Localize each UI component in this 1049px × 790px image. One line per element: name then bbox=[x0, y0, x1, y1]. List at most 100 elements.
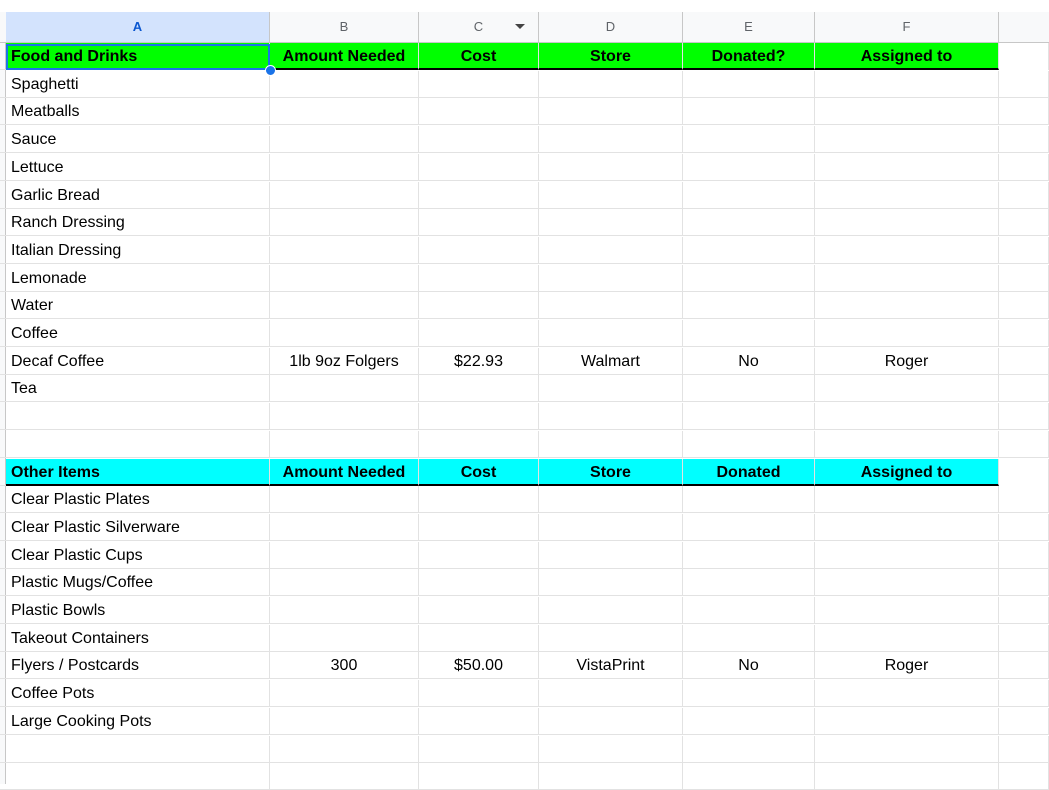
filter-dropdown-icon[interactable] bbox=[515, 24, 525, 29]
cell-g[interactable] bbox=[999, 597, 1049, 624]
cell[interactable] bbox=[815, 597, 999, 624]
cell[interactable] bbox=[539, 292, 683, 320]
cell-g[interactable] bbox=[999, 126, 1049, 154]
cell[interactable] bbox=[683, 430, 815, 458]
column-header-f[interactable]: F bbox=[815, 12, 999, 42]
cell[interactable] bbox=[419, 403, 539, 431]
cell-g[interactable] bbox=[999, 458, 1049, 486]
cell[interactable] bbox=[270, 513, 419, 541]
cell[interactable] bbox=[270, 320, 419, 347]
cell[interactable] bbox=[419, 430, 539, 458]
cell[interactable] bbox=[815, 624, 999, 652]
cell-g[interactable] bbox=[999, 486, 1049, 514]
cell[interactable] bbox=[270, 735, 419, 763]
cell[interactable] bbox=[419, 624, 539, 652]
cell[interactable] bbox=[815, 292, 999, 320]
cell[interactable] bbox=[683, 320, 815, 347]
cell[interactable] bbox=[815, 153, 999, 181]
cell[interactable] bbox=[683, 264, 815, 292]
cell[interactable]: $22.93 bbox=[419, 347, 539, 375]
cell[interactable] bbox=[539, 320, 683, 347]
cell[interactable] bbox=[815, 541, 999, 569]
cell[interactable]: Water bbox=[6, 292, 270, 320]
cell[interactable] bbox=[270, 292, 419, 320]
cell[interactable]: Sauce bbox=[6, 126, 270, 154]
cell[interactable] bbox=[815, 403, 999, 431]
cell[interactable] bbox=[683, 597, 815, 624]
cell[interactable] bbox=[270, 569, 419, 597]
cell[interactable]: Cost bbox=[419, 43, 539, 70]
column-header-d[interactable]: D bbox=[539, 12, 683, 42]
cell[interactable] bbox=[815, 513, 999, 541]
cell[interactable]: Store bbox=[539, 43, 683, 70]
cell[interactable]: Clear Plastic Silverware bbox=[6, 513, 270, 541]
cell[interactable]: Amount Needed bbox=[270, 458, 419, 486]
cell[interactable]: Flyers / Postcards bbox=[6, 652, 270, 680]
cell[interactable] bbox=[419, 513, 539, 541]
cell[interactable] bbox=[815, 70, 999, 98]
cell[interactable]: No bbox=[683, 652, 815, 680]
cell[interactable] bbox=[270, 236, 419, 264]
cell-g[interactable] bbox=[999, 569, 1049, 597]
cell[interactable]: Clear Plastic Cups bbox=[6, 541, 270, 569]
cell[interactable] bbox=[815, 181, 999, 209]
cell[interactable] bbox=[683, 98, 815, 126]
cell[interactable] bbox=[683, 126, 815, 154]
cell[interactable] bbox=[539, 430, 683, 458]
cell[interactable] bbox=[539, 707, 683, 735]
cell[interactable] bbox=[683, 375, 815, 403]
cell[interactable] bbox=[815, 264, 999, 292]
cell[interactable]: Donated bbox=[683, 458, 815, 486]
cell[interactable] bbox=[270, 375, 419, 403]
cell[interactable]: Roger bbox=[815, 652, 999, 680]
cell[interactable] bbox=[419, 264, 539, 292]
cell[interactable] bbox=[539, 735, 683, 763]
cell[interactable] bbox=[683, 763, 815, 790]
cell-g[interactable] bbox=[999, 292, 1049, 320]
cell[interactable] bbox=[683, 486, 815, 514]
cell-g[interactable] bbox=[999, 153, 1049, 181]
cell-g[interactable] bbox=[999, 98, 1049, 126]
cell[interactable] bbox=[270, 680, 419, 708]
cell[interactable]: Walmart bbox=[539, 347, 683, 375]
cell[interactable] bbox=[539, 181, 683, 209]
cell[interactable]: Coffee bbox=[6, 320, 270, 347]
cell[interactable] bbox=[6, 763, 270, 790]
cell-g[interactable] bbox=[999, 430, 1049, 458]
cell[interactable] bbox=[419, 181, 539, 209]
cell[interactable] bbox=[815, 126, 999, 154]
cell[interactable]: Ranch Dressing bbox=[6, 209, 270, 237]
cell[interactable] bbox=[419, 292, 539, 320]
cell[interactable] bbox=[539, 98, 683, 126]
cell[interactable] bbox=[270, 209, 419, 237]
cell[interactable] bbox=[419, 209, 539, 237]
cell[interactable] bbox=[539, 513, 683, 541]
cell[interactable] bbox=[270, 70, 419, 98]
cell[interactable] bbox=[683, 292, 815, 320]
cell[interactable] bbox=[419, 320, 539, 347]
cell[interactable] bbox=[815, 569, 999, 597]
column-header-a[interactable]: A bbox=[6, 12, 270, 42]
cell[interactable] bbox=[539, 264, 683, 292]
cell[interactable] bbox=[270, 126, 419, 154]
cell[interactable]: Donated? bbox=[683, 43, 815, 70]
cell-g[interactable] bbox=[999, 403, 1049, 431]
cell[interactable] bbox=[815, 430, 999, 458]
cell-g[interactable] bbox=[999, 320, 1049, 347]
cell[interactable] bbox=[539, 375, 683, 403]
column-header-c[interactable]: C bbox=[419, 12, 539, 42]
cell[interactable] bbox=[270, 486, 419, 514]
cell[interactable] bbox=[419, 735, 539, 763]
cell[interactable]: Cost bbox=[419, 458, 539, 486]
cell-g[interactable] bbox=[999, 236, 1049, 264]
cell-g[interactable] bbox=[999, 624, 1049, 652]
cell[interactable] bbox=[683, 403, 815, 431]
cell-g[interactable] bbox=[999, 264, 1049, 292]
cell[interactable]: Assigned to bbox=[815, 458, 999, 486]
cell[interactable] bbox=[6, 403, 270, 431]
cell[interactable]: Large Cooking Pots bbox=[6, 707, 270, 735]
cell[interactable] bbox=[539, 209, 683, 237]
cell[interactable] bbox=[419, 569, 539, 597]
cell[interactable] bbox=[270, 624, 419, 652]
cell-g[interactable] bbox=[999, 513, 1049, 541]
